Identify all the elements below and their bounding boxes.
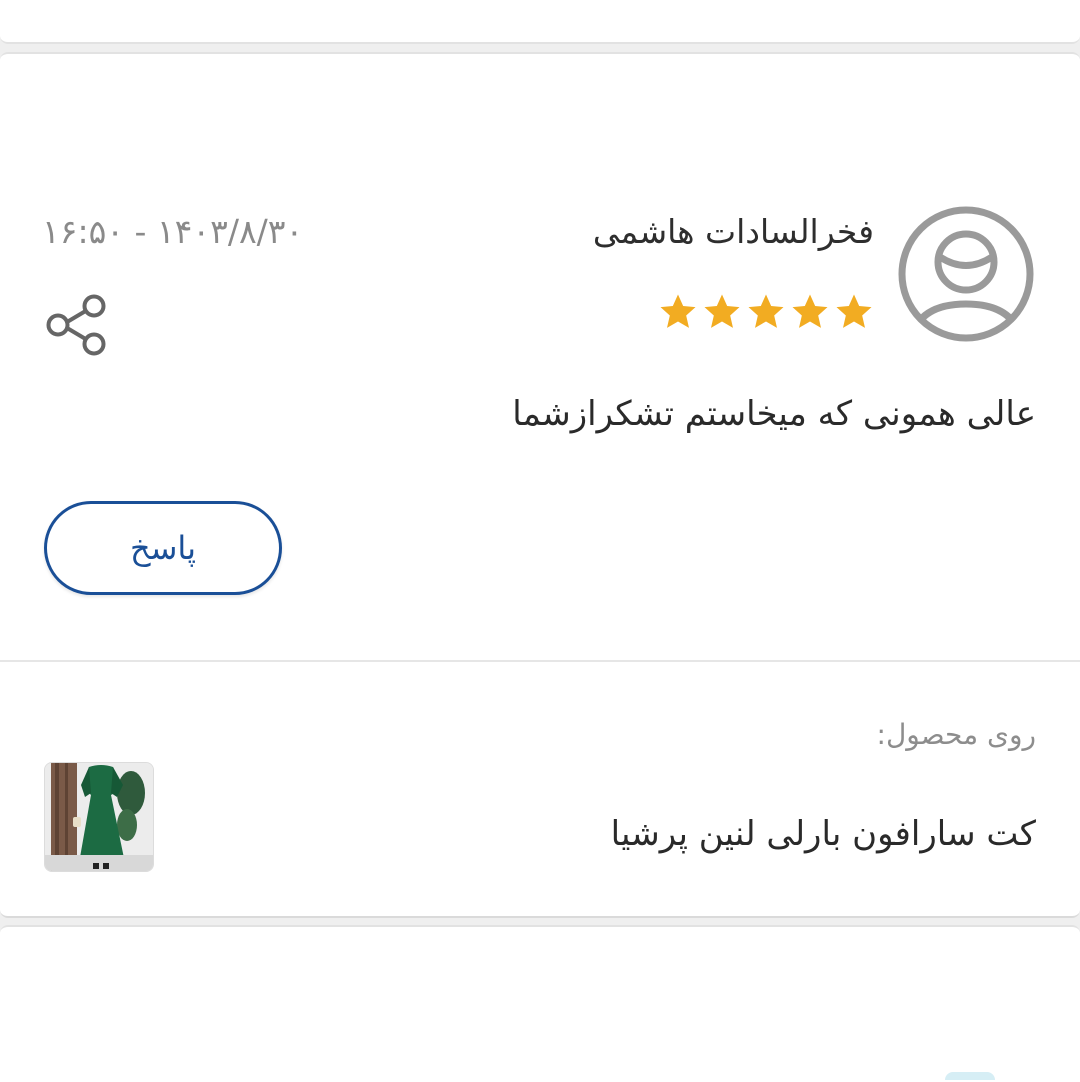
review-comment: عالی همونی که میخاستم تشکرازشما — [512, 394, 1036, 434]
rating-stars — [658, 292, 874, 336]
on-product-label: روی محصول: — [876, 718, 1036, 751]
reviewer-name: فخرالسادات هاشمی — [592, 212, 874, 251]
user-avatar-icon — [898, 206, 1034, 342]
review-card: فخرالسادات هاشمی ۱۴۰۳/۸/۳۰ - ۱۶:۵۰ عالی … — [0, 52, 1080, 918]
divider — [0, 660, 1080, 662]
star-icon — [660, 294, 696, 328]
reply-button[interactable]: پاسخ — [44, 501, 282, 595]
previous-card — [0, 0, 1080, 44]
star-icon — [748, 294, 784, 328]
floating-element-edge — [945, 1072, 995, 1080]
review-date: ۱۴۰۳/۸/۳۰ - ۱۶:۵۰ — [42, 212, 304, 251]
star-icon — [704, 294, 740, 328]
product-thumbnail[interactable] — [44, 762, 154, 872]
product-name[interactable]: کت سارافون بارلی لنین پرشیا — [611, 814, 1036, 854]
share-icon[interactable] — [44, 292, 110, 358]
star-icon — [792, 294, 828, 328]
next-card — [0, 925, 1080, 1082]
star-icon — [836, 294, 872, 328]
